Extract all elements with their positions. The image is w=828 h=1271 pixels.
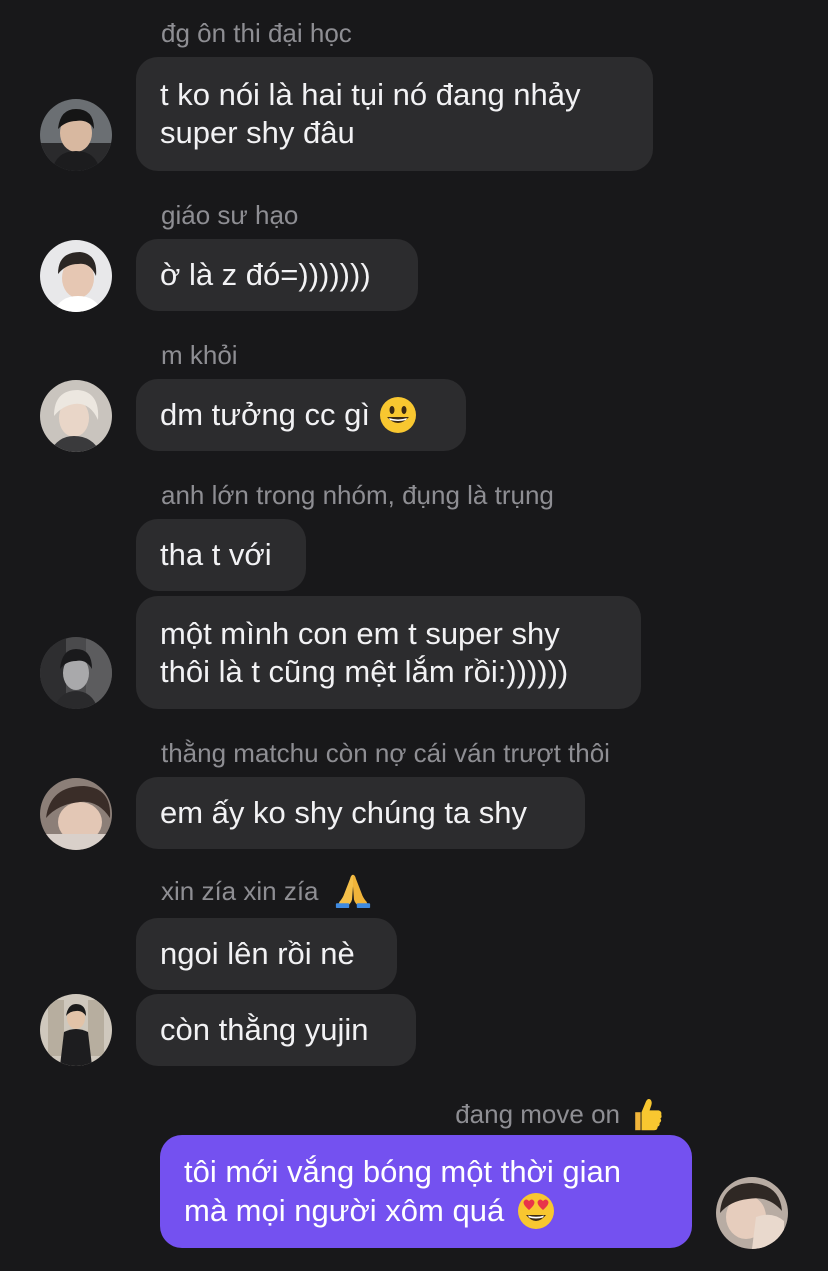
message-text: ngoi lên rồi nè [160, 936, 355, 971]
sender-name: giáo sư hạo [161, 200, 299, 230]
message-bubble[interactable]: em ấy ko shy chúng ta shy [136, 777, 585, 849]
avatar-self[interactable] [716, 1177, 788, 1249]
avatar-photo [40, 778, 112, 850]
sender-name: thằng matchu còn nợ cái ván trượt thôi [161, 738, 610, 768]
message-bubble[interactable]: tha t với [136, 519, 306, 591]
message-bubble[interactable]: ờ là z đó=))))))) [136, 239, 418, 311]
message-line: tôi mới vắng bóng một thời gian [184, 1153, 621, 1189]
thumbs-up-emoji [635, 1099, 662, 1131]
folded-hands-emoji [335, 874, 370, 909]
message-text: em ấy ko shy chúng ta shy [160, 795, 528, 830]
sender-name: đang move on [455, 1096, 664, 1132]
message-text: còn thằng yujin [160, 1012, 369, 1047]
sender-name: m khỏi [161, 340, 238, 370]
message-bubble-outgoing[interactable]: tôi mới vắng bóng một thời gian mà mọi n… [160, 1135, 692, 1248]
message-line: super shy đâu [160, 115, 355, 150]
avatar-photo [40, 994, 112, 1066]
message-bubble[interactable]: dm tưởng cc gì [136, 379, 466, 451]
avatar-photo [40, 380, 112, 452]
avatar[interactable] [40, 240, 112, 312]
sender-name: xin zía xin zía [161, 874, 372, 909]
avatar[interactable] [40, 994, 112, 1066]
message-line-text: mà mọi người xôm quá [184, 1192, 505, 1228]
heart-eyes-emoji [518, 1192, 555, 1229]
message-bubble[interactable]: ngoi lên rồi nè [136, 918, 397, 990]
message-bubble[interactable]: một mình con em t super shy thôi là t cũ… [136, 596, 641, 709]
sender-name-text: đang move on [455, 1099, 620, 1129]
avatar-photo [40, 99, 112, 171]
avatar-photo [716, 1177, 788, 1249]
message-text: dm tưởng cc gì [160, 397, 370, 432]
sender-name: anh lớn trong nhóm, đụng là trụng [161, 480, 554, 510]
avatar[interactable] [40, 99, 112, 171]
avatar-photo [40, 240, 112, 312]
avatar[interactable] [40, 380, 112, 452]
message-line: mà mọi người xôm quá [184, 1191, 556, 1231]
grinning-face-emoji [379, 397, 416, 433]
message-text: tha t với [160, 537, 272, 572]
avatar[interactable] [40, 637, 112, 709]
message-bubble[interactable]: còn thằng yujin [136, 994, 416, 1066]
sender-name-text: xin zía xin zía [161, 876, 319, 906]
message-line: một mình con em t super shy [160, 615, 560, 651]
message-line: t ko nói là hai tụi nó đang nhảy [160, 77, 581, 112]
sender-name: đg ôn thi đại học [161, 18, 352, 48]
avatar[interactable] [40, 778, 112, 850]
message-text: ờ là z đó=))))))) [160, 257, 371, 292]
message-line: thôi là t cũng mệt lắm rồi:)))))) [160, 653, 569, 689]
avatar-photo [40, 637, 112, 709]
message-bubble[interactable]: t ko nói là hai tụi nó đang nhảy super s… [136, 57, 653, 171]
